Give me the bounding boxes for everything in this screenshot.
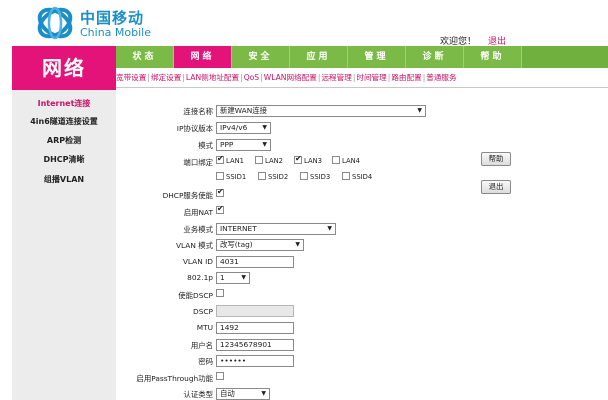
auth-type-select[interactable]: 自动 ▼ — [216, 388, 270, 400]
mode-label: 模式 — [198, 141, 213, 150]
chevron-down-icon: ▼ — [295, 241, 300, 248]
chevron-down-icon: ▼ — [262, 141, 267, 148]
port-ssid3-label: SSID3 — [310, 173, 331, 181]
mode-select[interactable]: PPP ▼ — [216, 139, 271, 151]
port-lan4-checkbox[interactable] — [332, 156, 340, 164]
port-ssid4-label: SSID4 — [352, 173, 373, 181]
tab-network[interactable]: 网络 — [174, 46, 232, 68]
port-lan1-label: LAN1 — [226, 157, 245, 165]
nat-checkbox[interactable] — [216, 204, 224, 214]
chevron-down-icon: ▼ — [241, 274, 246, 281]
port-bind-label: 端口绑定 — [183, 158, 213, 167]
dot1p-label: 802.1p — [187, 273, 213, 282]
ip-version-value: IPv4/v6 — [220, 123, 248, 132]
subnav-services[interactable]: 普通服务 — [426, 73, 456, 82]
brand-name-en: China Mobile — [80, 26, 152, 39]
chevron-down-icon: ▼ — [327, 225, 332, 232]
subnav-routing[interactable]: 路由配置 — [391, 73, 421, 82]
conn-name-value: 新建WAN连接 — [220, 106, 268, 115]
subnav-time-management[interactable]: 时间管理 — [356, 73, 386, 82]
sidebar: Internet连接 4in6隧道连接设置 ARP检测 DHCP清晰 组播VLA… — [12, 90, 116, 400]
ip-version-select[interactable]: IPv4/v6 ▼ — [216, 122, 271, 134]
subnav-broadband[interactable]: 宽带设置 — [116, 73, 146, 82]
tab-application[interactable]: 应用 — [290, 46, 348, 68]
port-ssid1-label: SSID1 — [226, 173, 247, 181]
sidebar-item-multicast-vlan[interactable]: 组播VLAN — [12, 174, 116, 185]
tab-status[interactable]: 状态 — [116, 46, 174, 68]
ip-version-label: IP协议版本 — [176, 124, 213, 133]
help-button[interactable]: 帮助 — [481, 152, 511, 166]
password-input[interactable]: •••••• — [216, 355, 294, 367]
china-mobile-logo-icon — [37, 6, 73, 40]
passthrough-label: 启用PassThrough功能 — [136, 374, 213, 383]
port-ssid1-checkbox[interactable] — [216, 172, 224, 180]
sidebar-item-arp[interactable]: ARP检测 — [12, 135, 116, 146]
subnav-qos[interactable]: QoS — [244, 73, 259, 82]
passthrough-checkbox[interactable] — [216, 372, 224, 380]
port-ssid2-checkbox[interactable] — [258, 172, 266, 180]
username-label: 用户名 — [190, 341, 213, 350]
mtu-label: MTU — [196, 323, 213, 332]
vlan-id-input[interactable]: 4031 — [216, 256, 294, 268]
subnav-lan-address[interactable]: LAN侧地址配置 — [186, 73, 239, 82]
tab-management[interactable]: 管理 — [348, 46, 406, 68]
service-mode-value: INTERNET — [220, 224, 257, 233]
section-label: 网络 — [12, 46, 116, 90]
chevron-down-icon: ▼ — [417, 107, 422, 114]
service-mode-select[interactable]: INTERNET ▼ — [216, 223, 336, 235]
dhcp-label: DHCP服务使能 — [162, 191, 213, 200]
service-mode-label: 业务模式 — [183, 225, 213, 234]
china-mobile-logo: 中国移动 China Mobile — [36, 4, 166, 44]
dot1p-select[interactable]: 1 ▼ — [216, 272, 250, 284]
chevron-down-icon: ▼ — [262, 124, 267, 131]
dot1p-value: 1 — [220, 273, 225, 282]
brand-name-cn: 中国移动 — [80, 9, 145, 27]
port-lan3-label: LAN3 — [304, 157, 323, 165]
port-ssid4-checkbox[interactable] — [342, 172, 350, 180]
subnav-remote-management[interactable]: 远程管理 — [321, 73, 351, 82]
chevron-down-icon: ▼ — [261, 390, 266, 397]
conn-name-label: 连接名称 — [183, 107, 213, 116]
username-input[interactable]: 12345678901 — [216, 339, 294, 351]
tab-diagnostics[interactable]: 诊断 — [406, 46, 464, 68]
sidebar-item-4in6-tunnel[interactable]: 4in6隧道连接设置 — [12, 116, 116, 127]
vlan-id-label: VLAN ID — [182, 257, 213, 266]
dscp-input[interactable] — [216, 305, 294, 317]
auth-type-label: 认证类型 — [183, 390, 213, 399]
port-ssid2-label: SSID2 — [268, 173, 289, 181]
nat-label: 启用NAT — [183, 208, 213, 217]
mode-value: PPP — [220, 140, 234, 149]
port-lan2-checkbox[interactable] — [255, 156, 263, 164]
dscp-enable-checkbox[interactable] — [216, 289, 224, 297]
vlan-mode-label: VLAN 模式 — [175, 241, 213, 250]
vlan-mode-select[interactable]: 改写(tag) ▼ — [216, 239, 304, 251]
subnav-binding[interactable]: 绑定设置 — [151, 73, 181, 82]
subnav-wlan[interactable]: WLAN网络配置 — [264, 73, 317, 82]
port-lan4-label: LAN4 — [342, 157, 361, 165]
conn-name-select[interactable]: 新建WAN连接 ▼ — [216, 105, 426, 117]
mtu-input[interactable]: 1492 — [216, 322, 294, 334]
sidebar-item-dhcp[interactable]: DHCP清晰 — [12, 154, 116, 165]
subnav-divider — [116, 87, 608, 88]
auth-type-value: 自动 — [220, 389, 235, 398]
password-label: 密码 — [198, 357, 213, 366]
vlan-mode-value: 改写(tag) — [220, 240, 253, 249]
dscp-enable-label: 使能DSCP — [178, 291, 213, 300]
port-lan2-label: LAN2 — [265, 157, 284, 165]
port-lan3-checkbox[interactable] — [294, 154, 302, 164]
dscp-label: DSCP — [193, 307, 213, 316]
exit-button[interactable]: 退出 — [481, 180, 511, 194]
sidebar-item-internet[interactable]: Internet连接 — [12, 98, 116, 109]
sub-navigation: 宽带设置|绑定设置|LAN侧地址配置|QoS|WLAN网络配置|远程管理|时间管… — [116, 70, 608, 86]
main-tabs: 状态 网络 安全 应用 管理 诊断 帮助 — [116, 46, 608, 68]
tab-security[interactable]: 安全 — [232, 46, 290, 68]
port-ssid3-checkbox[interactable] — [300, 172, 308, 180]
port-lan1-checkbox[interactable] — [216, 154, 224, 164]
tab-help[interactable]: 帮助 — [464, 46, 522, 68]
dhcp-checkbox[interactable] — [216, 187, 224, 197]
